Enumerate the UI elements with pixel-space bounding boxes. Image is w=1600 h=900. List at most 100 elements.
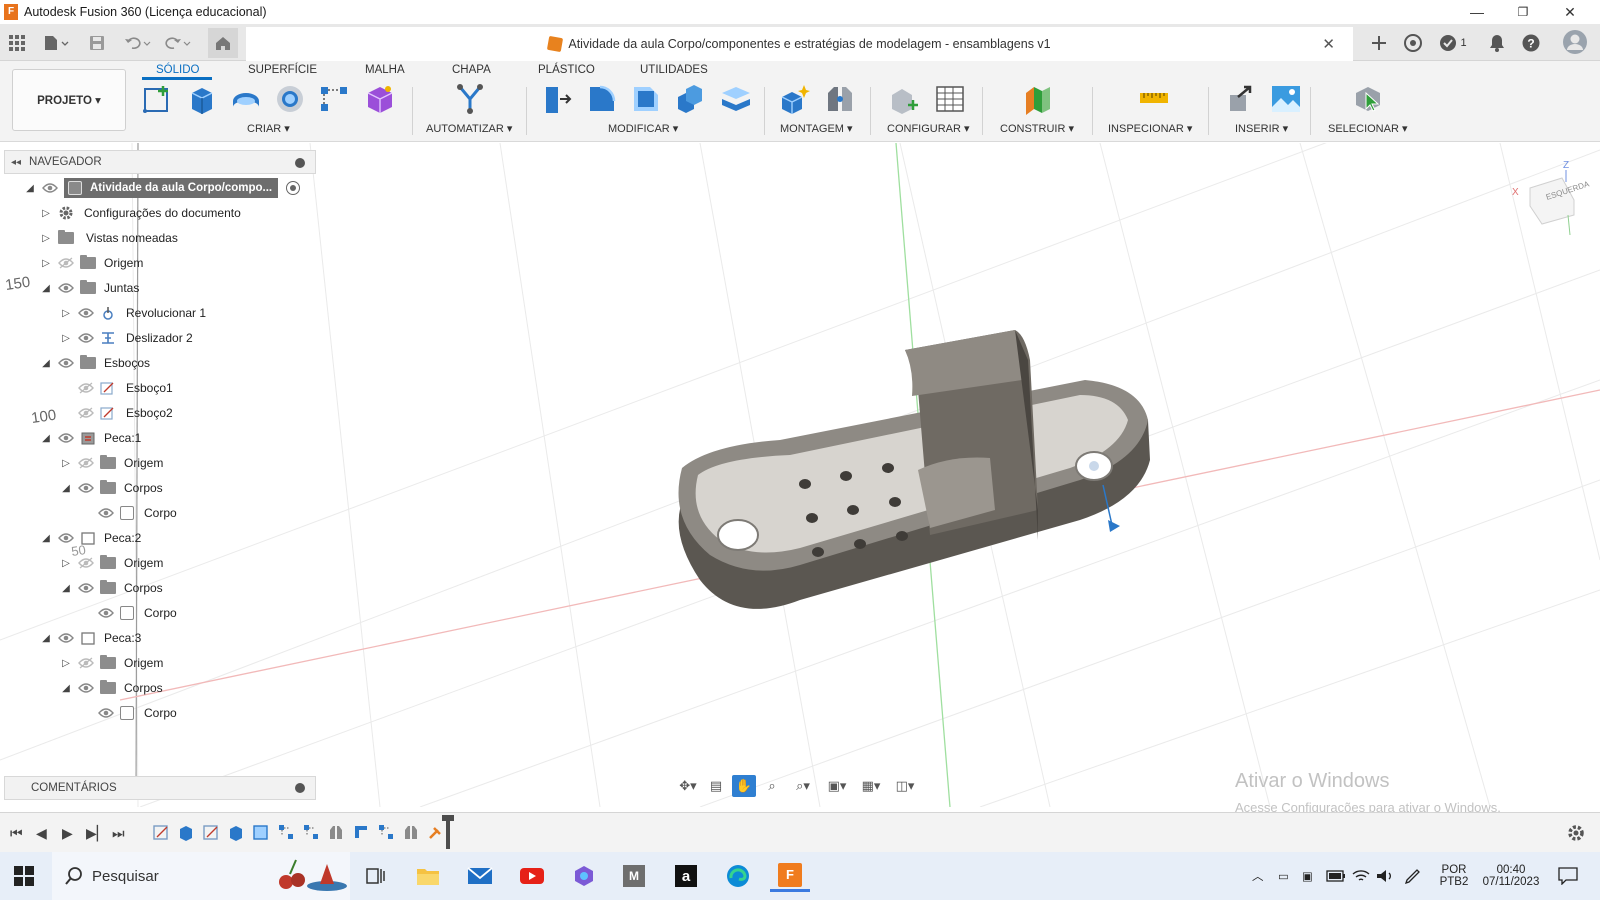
tree-row-joints[interactable]: ◢ Juntas <box>40 276 139 300</box>
collapse-icon[interactable]: ◢ <box>40 432 52 444</box>
tree-row-origin[interactable]: ▷ Origem <box>60 551 163 575</box>
file-explorer-icon[interactable] <box>408 860 448 892</box>
visibility-eye-icon[interactable] <box>58 532 74 544</box>
tree-row-sketch2[interactable]: Esboço2 <box>78 401 173 425</box>
group-inserir[interactable]: INSERIR ▾ <box>1235 122 1288 135</box>
visibility-eye-icon[interactable] <box>98 707 114 719</box>
tree-row-body[interactable]: Corpo <box>98 701 177 725</box>
tree-row-document-settings[interactable]: ▷ Configurações do documento <box>40 201 241 225</box>
root-document-chip[interactable]: Atividade da aula Corpo/compo... <box>64 178 278 198</box>
tree-row-bodies[interactable]: ◢ Corpos <box>60 576 163 600</box>
tree-row-component-peca1[interactable]: ◢ Peca:1 <box>40 426 141 450</box>
extrude-icon[interactable] <box>186 83 218 115</box>
amazon-icon[interactable]: a <box>666 860 706 892</box>
collapse-icon[interactable]: ◢ <box>40 532 52 544</box>
notification-center-icon[interactable] <box>1558 852 1578 900</box>
view-cube[interactable]: ESQUERDA X Z <box>1512 160 1591 236</box>
restore-button[interactable]: ❐ <box>1500 0 1546 24</box>
joint-icon[interactable] <box>824 83 856 115</box>
task-view-icon[interactable] <box>356 860 396 892</box>
volume-icon[interactable] <box>1376 852 1394 900</box>
expand-icon[interactable]: ▷ <box>40 207 52 219</box>
revolve-icon[interactable] <box>230 83 262 115</box>
new-component-icon[interactable] <box>778 83 810 115</box>
timeline-first-icon[interactable]: ⏮ <box>10 825 23 842</box>
collapse-icon[interactable]: ◢ <box>60 582 72 594</box>
visibility-eye-hidden-icon[interactable] <box>78 457 94 469</box>
hole-icon[interactable] <box>274 83 306 115</box>
expand-icon[interactable]: ◢ <box>24 182 36 194</box>
tree-row-sketches[interactable]: ◢ Esboços <box>40 351 150 375</box>
group-inspecionar[interactable]: INSPECIONAR ▾ <box>1108 122 1192 135</box>
offset-face-icon[interactable] <box>720 83 752 115</box>
tree-row-component-peca2[interactable]: ◢ Peca:2 <box>40 526 141 550</box>
insert-derive-icon[interactable] <box>1226 83 1258 115</box>
clock[interactable]: 00:40 07/11/2023 <box>1476 852 1546 900</box>
document-tab[interactable]: Atividade da aula Corpo/componentes e es… <box>246 27 1353 61</box>
timeline-move-feature-icon[interactable] <box>352 823 370 841</box>
expand-icon[interactable]: ▷ <box>60 307 72 319</box>
visibility-eye-hidden-icon[interactable] <box>78 557 94 569</box>
app-m-icon[interactable]: M <box>614 860 654 892</box>
insert-canvas-icon[interactable] <box>1270 83 1302 115</box>
tree-row-bodies[interactable]: ◢ Corpos <box>60 676 163 700</box>
tree-row-named-views[interactable]: ▷ Vistas nomeadas <box>40 226 178 250</box>
display-icon[interactable]: ▣ <box>1302 852 1313 900</box>
collapse-icon[interactable]: ◢ <box>40 632 52 644</box>
notifications-bell-icon[interactable] <box>1486 32 1508 54</box>
group-montagem[interactable]: MONTAGEM ▾ <box>780 122 853 135</box>
close-window-button[interactable]: ✕ <box>1547 0 1593 24</box>
mail-icon[interactable] <box>460 860 500 892</box>
tree-row-slider-joint[interactable]: ▷ Deslizador 2 <box>60 326 193 350</box>
visibility-eye-hidden-icon[interactable] <box>58 257 74 269</box>
timeline-extrude-feature-icon[interactable] <box>227 823 245 841</box>
zoom-icon[interactable]: ⌕ <box>760 775 784 797</box>
timeline-play-icon[interactable]: ▶ <box>62 825 73 842</box>
language-indicator[interactable]: POR PTB2 <box>1436 852 1472 900</box>
display-settings-icon[interactable]: ▣▾ <box>822 775 852 797</box>
visibility-eye-icon[interactable] <box>58 432 74 444</box>
create-sketch-icon[interactable] <box>142 83 174 115</box>
tree-row-origin[interactable]: ▷ Origem <box>60 451 163 475</box>
collapse-icon[interactable]: ◢ <box>60 682 72 694</box>
configuration-table-icon[interactable] <box>934 83 966 115</box>
tab-superficie[interactable]: SUPERFÍCIE <box>248 63 317 83</box>
timeline-shell-feature-icon[interactable] <box>252 823 270 841</box>
form-sculpt-icon[interactable] <box>364 83 396 115</box>
group-modificar[interactable]: MODIFICAR ▾ <box>608 122 678 135</box>
expand-icon[interactable]: ▷ <box>60 657 72 669</box>
viewports-icon[interactable]: ◫▾ <box>890 775 920 797</box>
visibility-eye-icon[interactable] <box>98 507 114 519</box>
measure-icon[interactable] <box>1138 83 1170 115</box>
tree-row-origin[interactable]: ▷ Origem <box>60 651 163 675</box>
close-document-icon[interactable]: ✕ <box>1322 35 1335 53</box>
visibility-eye-icon[interactable] <box>58 282 74 294</box>
tree-row-body[interactable]: Corpo <box>98 601 177 625</box>
timeline-sketch-feature-icon[interactable] <box>152 823 170 841</box>
visibility-eye-icon[interactable] <box>98 607 114 619</box>
edge-browser-icon[interactable] <box>718 860 758 892</box>
group-configurar[interactable]: CONFIGURAR ▾ <box>887 122 970 135</box>
timeline-marker-handle[interactable] <box>442 815 454 821</box>
pattern-icon[interactable] <box>318 83 350 115</box>
timeline-previous-icon[interactable]: ◀ <box>36 825 47 842</box>
tab-utilidades[interactable]: UTILIDADES <box>640 63 708 83</box>
workspace-switcher-button[interactable]: PROJETO ▾ <box>12 69 126 131</box>
timeline-pattern-feature-icon[interactable] <box>377 823 395 841</box>
chamfer-icon[interactable] <box>630 83 662 115</box>
redo-icon[interactable] <box>162 32 194 54</box>
timeline-next-icon[interactable]: ▶▏ <box>86 825 108 842</box>
youtube-icon[interactable] <box>512 860 552 892</box>
expand-icon[interactable]: ▷ <box>40 232 52 244</box>
visibility-eye-icon[interactable] <box>78 682 94 694</box>
user-avatar[interactable] <box>1562 29 1588 55</box>
timeline-last-icon[interactable]: ⏭ <box>112 825 125 842</box>
help-icon[interactable]: ? <box>1520 32 1542 54</box>
comments-panel-header[interactable]: COMENTÁRIOS <box>4 776 316 800</box>
save-icon[interactable] <box>86 32 108 54</box>
timeline-settings-gear-icon[interactable] <box>1566 823 1586 843</box>
navigator-header[interactable]: ◂◂ NAVEGADOR <box>4 150 316 174</box>
visibility-eye-icon[interactable] <box>42 182 58 194</box>
tab-malha[interactable]: MALHA <box>365 63 405 83</box>
visibility-eye-icon[interactable] <box>78 307 94 319</box>
